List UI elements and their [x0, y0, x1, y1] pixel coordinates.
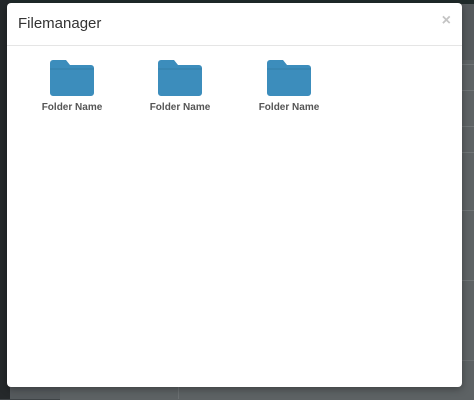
folder-icon [50, 60, 94, 96]
folder-label: Folder Name [149, 102, 211, 113]
folder-icon [267, 60, 311, 96]
background-table-edge [462, 60, 474, 360]
folder-item[interactable]: Folder Name [241, 60, 337, 113]
close-button[interactable]: × [442, 13, 451, 29]
folder-label: Folder Name [258, 102, 320, 113]
folder-label: Folder Name [41, 102, 103, 113]
folder-icon [158, 60, 202, 96]
modal-header: Filemanager × [7, 3, 462, 46]
modal-title: Filemanager [18, 15, 102, 32]
folder-item[interactable]: Folder Name [132, 60, 228, 113]
filemanager-modal: Filemanager × Folder Name Folder Name Fo… [7, 3, 462, 387]
folder-item[interactable]: Folder Name [24, 60, 120, 113]
